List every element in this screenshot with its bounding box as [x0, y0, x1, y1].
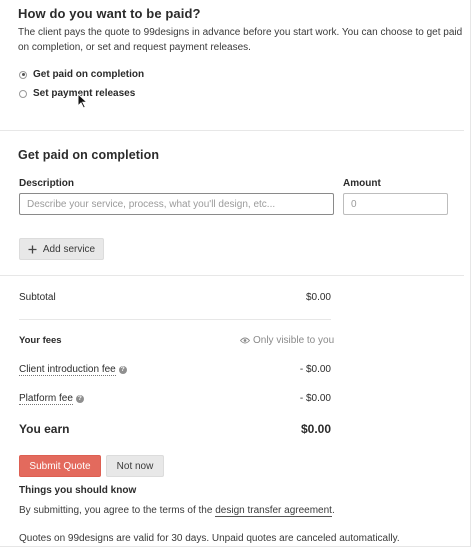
client-fee-label: Client introduction fee	[19, 364, 116, 376]
amount-label: Amount	[343, 178, 381, 189]
submit-quote-button[interactable]: Submit Quote	[19, 455, 101, 477]
eye-icon	[240, 337, 250, 344]
radio-option-completion[interactable]: Get paid on completion	[19, 69, 144, 80]
payment-question-title: How do you want to be paid?	[18, 6, 201, 21]
terms-suffix: .	[331, 505, 335, 516]
add-service-button[interactable]: Add service	[19, 238, 104, 260]
completion-section-title: Get paid on completion	[18, 148, 160, 162]
radio-button-selected[interactable]	[19, 70, 27, 79]
plus-icon	[28, 245, 37, 253]
fees-label: Your fees	[19, 335, 62, 346]
terms-prefix: By submitting, you agree to the terms of…	[19, 505, 216, 516]
add-service-label: Add service	[42, 243, 96, 255]
subtotal-value: $0.00	[305, 292, 331, 303]
divider	[0, 275, 464, 276]
info-title: Things you should know	[19, 485, 137, 496]
client-fee-value: - $0.00	[299, 364, 331, 375]
amount-input[interactable]	[343, 193, 448, 215]
radio-button-unselected[interactable]	[19, 89, 27, 98]
visibility-note: Only visible to you	[240, 335, 334, 346]
design-transfer-agreement-link[interactable]: design transfer agreement	[215, 505, 332, 517]
platform-fee-label: Platform fee	[19, 393, 73, 405]
mouse-cursor-icon	[77, 93, 88, 109]
validity-note: Quotes on 99designs are valid for 30 day…	[19, 533, 400, 544]
divider	[0, 130, 464, 131]
earn-label: You earn	[19, 422, 70, 436]
platform-fee-value: - $0.00	[299, 393, 331, 404]
platform-fee-row: Platform fee?	[19, 393, 84, 405]
help-icon[interactable]: ?	[75, 395, 84, 403]
terms-text: By submitting, you agree to the terms of…	[19, 505, 335, 517]
subtotal-label: Subtotal	[19, 292, 56, 303]
visibility-note-text: Only visible to you	[253, 335, 335, 346]
client-fee-row: Client introduction fee?	[19, 364, 127, 376]
payment-question-description: The client pays the quote to 99designs i…	[18, 27, 463, 53]
help-icon[interactable]: ?	[118, 366, 127, 374]
quote-form: How do you want to be paid? The client p…	[0, 0, 471, 547]
description-label: Description	[19, 178, 75, 189]
not-now-button[interactable]: Not now	[106, 455, 164, 477]
divider	[19, 319, 331, 320]
earn-value: $0.00	[300, 422, 331, 436]
radio-option-label: Get paid on completion	[33, 69, 145, 80]
description-input[interactable]	[19, 193, 334, 215]
